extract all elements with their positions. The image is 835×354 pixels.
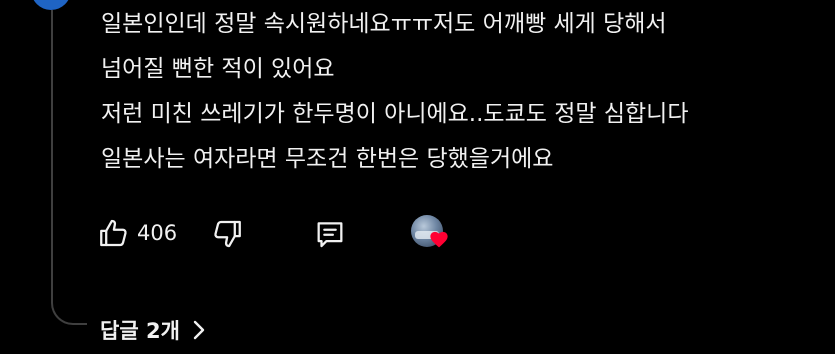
replies-count-label: 답글 2개	[100, 319, 180, 343]
reply-button[interactable]	[313, 217, 347, 255]
thumbs-up-icon	[100, 219, 127, 247]
heart-icon	[430, 231, 448, 248]
dislike-button[interactable]	[210, 217, 244, 255]
thumbs-down-icon	[214, 220, 241, 248]
thread-connector-line	[51, 10, 53, 272]
chevron-right-icon	[193, 320, 205, 340]
comment-line-1: 일본인인데 정말 속시원하네요ㅠㅠ저도 어깨빵 세게 당해서	[101, 11, 667, 37]
comment-body: 일본인인데 정말 속시원하네요ㅠㅠ저도 어깨빵 세게 당해서 넘어질 뻔한 적이…	[101, 2, 821, 182]
comment-line-2: 넘어질 뻔한 적이 있어요	[101, 56, 335, 82]
creator-heart-badge	[411, 213, 455, 253]
thread-connector-curve	[51, 270, 87, 325]
comment-actions: 406	[97, 213, 477, 253]
comment-icon	[317, 222, 343, 248]
commenter-avatar[interactable]	[31, 0, 71, 10]
view-replies-button[interactable]: 답글 2개	[100, 310, 206, 350]
like-count: 406	[137, 221, 178, 245]
comment-line-3: 저런 미친 쓰레기가 한두명이 아니에요..도쿄도 정말 심합니다	[101, 101, 689, 127]
like-button[interactable]: 406	[97, 213, 177, 253]
comment-line-4: 일본사는 여자라면 무조건 한번은 당했을거에요	[101, 146, 554, 172]
